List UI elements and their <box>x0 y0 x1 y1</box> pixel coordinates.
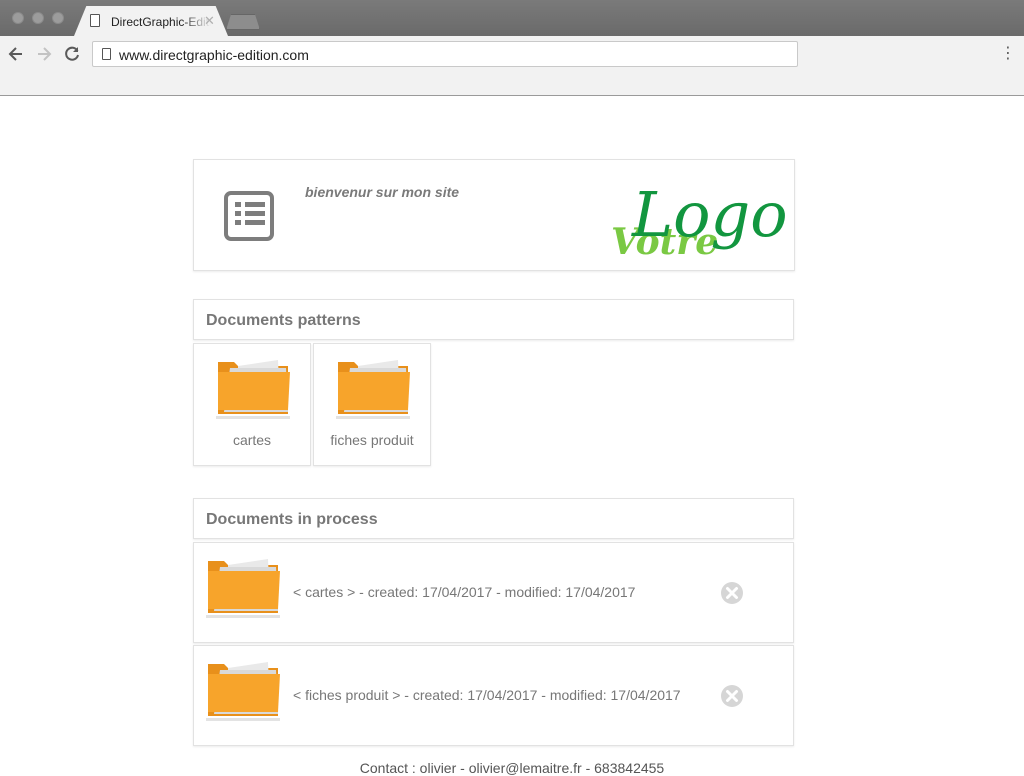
back-arrow-icon[interactable] <box>6 44 26 64</box>
url-text[interactable]: www.directgraphic-edition.com <box>119 47 309 63</box>
site-logo: Votre Logo <box>611 178 788 263</box>
folder-icon <box>206 662 280 721</box>
reload-icon[interactable] <box>62 44 82 64</box>
minimize-window-button[interactable] <box>32 12 44 24</box>
tab-close-icon[interactable]: ✕ <box>204 13 215 29</box>
process-row-cartes[interactable]: < cartes > - created: 17/04/2017 - modif… <box>193 542 794 643</box>
tab-strip: DirectGraphic-Edition ✕ <box>0 0 1024 36</box>
pattern-tile-fiches-produit[interactable]: fiches produit <box>313 343 431 466</box>
logo-word-logo: Logo <box>631 178 788 251</box>
toolbar-spacer <box>0 72 1024 96</box>
close-window-button[interactable] <box>12 12 24 24</box>
process-document-info: < fiches produit > - created: 17/04/2017… <box>293 687 681 703</box>
browser-toolbar: www.directgraphic-edition.com ⋮ <box>0 36 1024 72</box>
documents-in-process-title: Documents in process <box>206 511 378 528</box>
page-icon <box>102 48 111 60</box>
tab-title: DirectGraphic-Edition <box>111 15 211 29</box>
pattern-label: fiches produit <box>330 432 414 448</box>
zoom-window-button[interactable] <box>52 12 64 24</box>
browser-window-chrome: DirectGraphic-Edition ✕ www.directgraphi… <box>0 0 1024 96</box>
delete-icon[interactable] <box>720 581 744 605</box>
welcome-text: bienvenur sur mon site <box>305 184 460 200</box>
menu-dots-icon[interactable]: ⋮ <box>1000 44 1016 64</box>
site-header-panel: bienvenur sur mon site Votre Logo <box>193 159 795 271</box>
new-tab-button[interactable] <box>226 14 260 30</box>
browser-tab-active[interactable]: DirectGraphic-Edition ✕ <box>74 6 228 36</box>
documents-in-process-header: Documents in process <box>193 498 794 539</box>
documents-patterns-title: Documents patterns <box>206 312 361 329</box>
pattern-tile-cartes[interactable]: cartes <box>193 343 311 466</box>
process-document-info: < cartes > - created: 17/04/2017 - modif… <box>293 584 636 600</box>
folder-icon <box>336 360 410 419</box>
process-row-fiches-produit[interactable]: < fiches produit > - created: 17/04/2017… <box>193 645 794 746</box>
document-icon <box>90 14 100 27</box>
forward-arrow-icon[interactable] <box>34 44 54 64</box>
folder-icon <box>206 559 280 618</box>
address-bar[interactable]: www.directgraphic-edition.com <box>92 41 798 67</box>
pattern-label: cartes <box>232 432 272 448</box>
folder-icon <box>216 360 290 419</box>
footer-contact: Contact : olivier - olivier@lemaitre.fr … <box>359 760 665 776</box>
list-icon[interactable] <box>224 191 274 241</box>
documents-patterns-header: Documents patterns <box>193 299 794 340</box>
delete-icon[interactable] <box>720 684 744 708</box>
